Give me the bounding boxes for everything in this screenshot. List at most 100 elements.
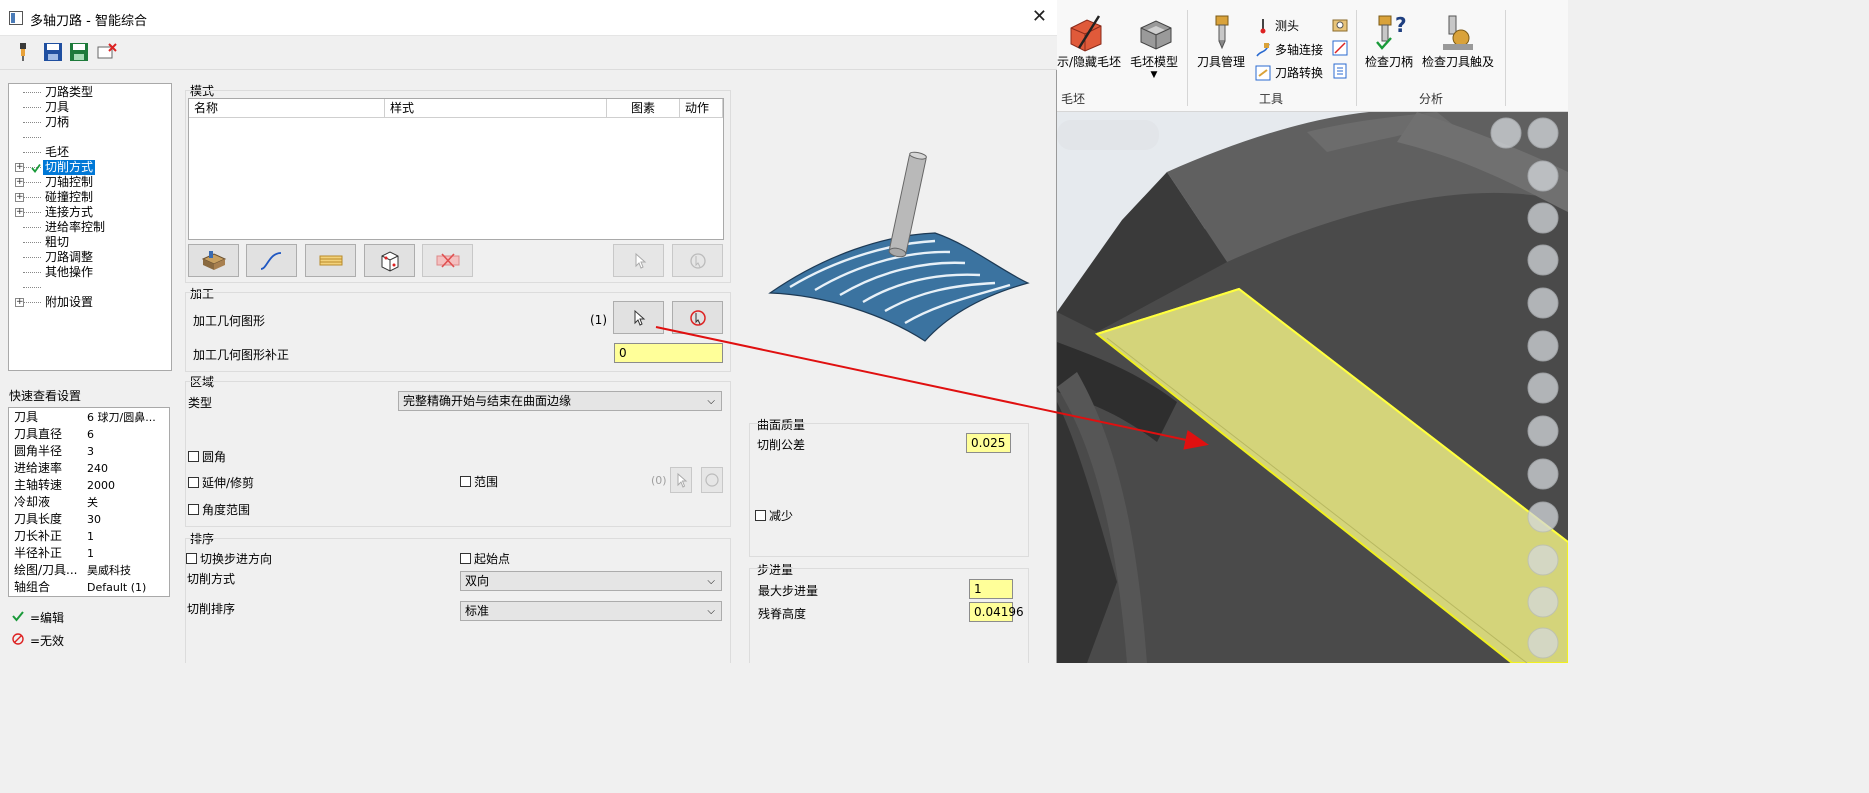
start-point-checkbox[interactable]: 起始点 — [460, 550, 510, 567]
chevron-down-icon: ⌵ — [707, 396, 715, 407]
tree-item[interactable]: 其他操作 — [45, 265, 93, 280]
tree-item[interactable]: 进给率控制 — [45, 220, 105, 235]
pattern-list[interactable]: 名称 样式 图素 动作 — [188, 98, 724, 240]
expand-icon[interactable]: + — [15, 298, 24, 307]
quick-setting-row: 轴组合 Default (1) — [9, 579, 169, 596]
cut-tolerance-label: 切削公差 — [757, 438, 806, 452]
scallop-height-input[interactable]: 0.04196 — [969, 602, 1024, 622]
setting-key: 刀具直径 — [14, 427, 63, 441]
setting-key: 进给速率 — [14, 461, 63, 475]
stock-model-button[interactable]: 毛坯模型 ▼ — [1130, 53, 1178, 80]
invalid-icon — [12, 633, 24, 645]
col-style[interactable]: 样式 — [385, 99, 607, 118]
range-clear-button[interactable] — [701, 467, 723, 493]
deselect-icon — [705, 473, 719, 487]
tree-item[interactable]: 切削方式 — [43, 160, 96, 175]
extend-trim-checkbox[interactable]: 延伸/修剪 — [188, 474, 254, 491]
expand-icon[interactable]: + — [15, 193, 24, 202]
tree-connector — [23, 212, 41, 213]
multiaxis-link-button[interactable]: 多轴连接 — [1255, 41, 1323, 58]
tree-connector — [23, 182, 41, 183]
col-action[interactable]: 动作 — [680, 99, 723, 118]
range-checkbox[interactable]: 范围 — [460, 473, 498, 490]
pattern-deselect-button[interactable] — [672, 244, 723, 277]
region-type-dropdown[interactable]: 完整精确开始与结束在曲面边缘 ⌵ — [398, 391, 722, 411]
probe-button[interactable]: 测头 — [1255, 17, 1299, 34]
group-stock-label: 毛坯 — [1061, 92, 1086, 106]
cut-order-dropdown[interactable]: 标准 ⌵ — [460, 601, 722, 621]
setting-key: 刀具 — [14, 410, 39, 424]
setting-key: 冷却液 — [14, 495, 51, 509]
probe-icon — [1260, 18, 1266, 33]
clear-geometry-button[interactable] — [672, 301, 723, 334]
tree-item[interactable]: 刀路调整 — [45, 250, 93, 265]
tree-item[interactable]: 碰撞控制 — [45, 190, 93, 205]
tree-connector — [23, 122, 41, 123]
box-pattern-button[interactable] — [364, 244, 415, 277]
ribbon-separator — [1356, 10, 1357, 106]
col-entities[interactable]: 图素 — [607, 99, 680, 118]
tree-connector — [23, 227, 41, 228]
delete-pattern-button[interactable] — [422, 244, 473, 277]
save-icon[interactable] — [42, 41, 64, 63]
curve-pattern-button[interactable] — [246, 244, 297, 277]
checkbox-box — [186, 553, 197, 564]
add-pattern-button[interactable] — [188, 244, 239, 277]
surface-pattern-button[interactable] — [305, 244, 356, 277]
stock-model-icon — [1140, 20, 1172, 50]
expand-icon[interactable]: + — [15, 208, 24, 217]
fillet-label: 圆角 — [202, 450, 227, 464]
expand-icon[interactable]: + — [15, 163, 24, 172]
tree-item[interactable]: 刀柄 — [45, 115, 69, 130]
switch-step-direction-checkbox[interactable]: 切换步进方向 — [186, 550, 272, 567]
box-icon — [381, 251, 399, 272]
tree-item[interactable]: 刀路类型 — [45, 85, 93, 100]
tree-item[interactable]: 刀轴控制 — [45, 175, 93, 190]
delete-icon[interactable] — [96, 41, 118, 63]
tree-item[interactable]: 连接方式 — [45, 205, 93, 220]
tool-extra-icon-3[interactable] — [1331, 62, 1349, 80]
max-stepover-label: 最大步进量 — [758, 584, 819, 598]
col-name[interactable]: 名称 — [189, 99, 385, 118]
pattern-select-button[interactable] — [613, 244, 664, 277]
reduce-checkbox[interactable]: 减少 — [755, 507, 793, 524]
checkbox-box — [188, 451, 199, 462]
3d-viewport[interactable] — [1057, 112, 1568, 663]
close-button[interactable]: ✕ — [1032, 6, 1047, 27]
check-tool-reach-button[interactable]: 检查刀具触及 — [1422, 53, 1494, 70]
select-geometry-button[interactable] — [613, 301, 664, 334]
tool-icon[interactable] — [12, 41, 34, 63]
check-holder-button[interactable]: 检查刀柄 — [1365, 53, 1413, 70]
fillet-checkbox[interactable]: 圆角 — [188, 448, 226, 465]
setting-value: 1 — [87, 547, 94, 560]
multiaxis-link-icon — [1256, 42, 1270, 56]
tool-extra-icon-1[interactable] — [1331, 16, 1349, 34]
angle-range-checkbox[interactable]: 角度范围 — [188, 501, 250, 518]
show-hide-stock-icon — [1070, 15, 1102, 52]
save-as-icon[interactable] — [68, 41, 90, 63]
toolpath-transform-label: 刀路转换 — [1275, 66, 1324, 80]
check-tool-reach-label: 检查刀具触及 — [1422, 55, 1495, 69]
geometry-offset-input[interactable]: 0 — [614, 343, 723, 363]
tree-item[interactable]: 附加设置 — [45, 295, 93, 310]
cut-method-dropdown[interactable]: 双向 ⌵ — [460, 571, 722, 591]
tree-item[interactable]: 刀具 — [45, 100, 69, 115]
tree-item[interactable]: 粗切 — [45, 235, 69, 250]
legend-edit: =编辑 — [30, 611, 65, 625]
cut-tolerance-input[interactable]: 0.025 — [966, 433, 1011, 453]
surface-lines-icon — [319, 255, 343, 266]
quick-setting-row: 刀长补正 1 — [9, 528, 169, 545]
tool-extra-icon-2[interactable] — [1331, 39, 1349, 57]
quick-settings-table: 刀具 6 球刀/圆鼻... 刀具直径 6 圆角半径 3 进给速率 240 主轴转速 2000 冷却液… — [8, 407, 170, 597]
show-hide-stock-button[interactable]: 示/隐藏毛坯 — [1057, 53, 1121, 70]
max-stepover-input[interactable]: 1 — [969, 579, 1013, 599]
cursor-icon — [634, 309, 646, 326]
setting-key: 绘图/刀具... — [14, 563, 78, 577]
expand-icon[interactable]: + — [15, 178, 24, 187]
toolpath-transform-button[interactable]: 刀路转换 — [1255, 64, 1323, 81]
range-select-button[interactable] — [670, 467, 692, 493]
tree-item[interactable]: 毛坯 — [45, 145, 69, 160]
quick-settings-title: 快速查看设置 — [9, 389, 82, 403]
tool-manager-button[interactable]: 刀具管理 — [1197, 53, 1245, 70]
scallop-height-label: 残脊高度 — [758, 607, 807, 621]
